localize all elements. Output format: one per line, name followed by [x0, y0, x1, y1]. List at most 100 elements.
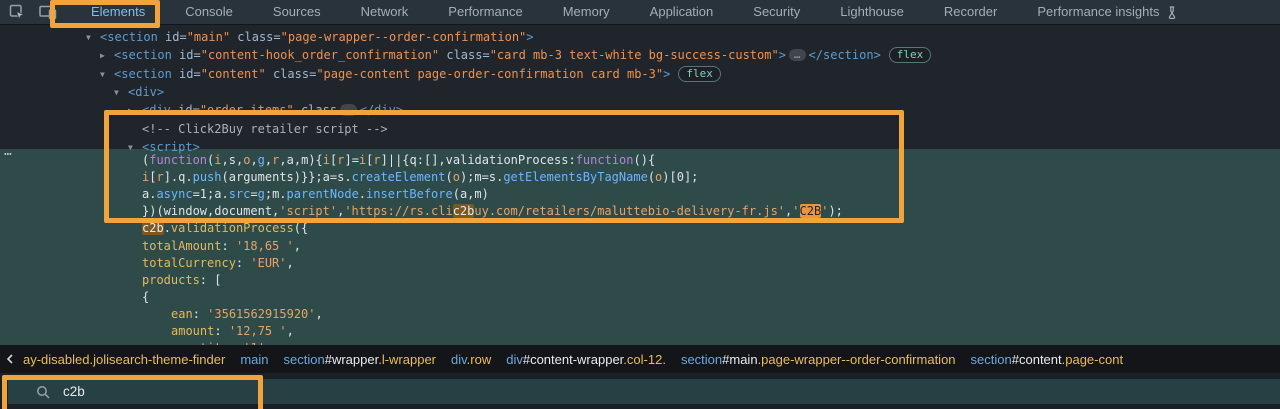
code-token: > — [663, 67, 671, 81]
script-source-line[interactable]: products: [ — [142, 272, 221, 288]
annotation-script-block — [104, 110, 904, 223]
breadcrumb-item[interactable]: section#main.page-wrapper--order-confirm… — [681, 352, 956, 367]
tab-label: Performance — [448, 4, 523, 19]
code-token: id= — [157, 30, 187, 44]
tab-label: Security — [753, 4, 801, 19]
inspect-icon[interactable] — [9, 4, 25, 20]
collapsed-content-ellipsis[interactable]: … — [788, 49, 806, 61]
tab-label: Recorder — [943, 4, 998, 19]
breadcrumb-item[interactable]: div#content-wrapper.col-12. — [506, 352, 666, 367]
code-token: "page-content page-order-confirmation ca… — [316, 67, 664, 81]
breadcrumb-part: div — [451, 351, 467, 367]
breadcrumb-part: #content-wrapper — [522, 351, 624, 367]
code-token: class= — [230, 30, 281, 44]
annotation-search-box — [2, 375, 263, 409]
dom-node-div[interactable]: ▼ <div> — [114, 84, 164, 100]
tab-sources[interactable]: Sources — [253, 0, 341, 24]
code-token: , — [293, 239, 301, 253]
annotation-elements-tab — [50, 0, 160, 28]
expand-arrow-icon[interactable]: ▶ — [100, 48, 114, 64]
code-token: id= — [171, 67, 201, 81]
tab-label: Lighthouse — [840, 4, 904, 19]
breadcrumb-item[interactable]: section#content.page-cont — [971, 352, 1124, 367]
breadcrumb: ay-disabled.jolisearch-theme-finder main s… — [20, 352, 1123, 367]
dom-node-section-content[interactable]: ▼ <section id="content" class="page-conte… — [100, 66, 721, 82]
code-token: <section — [100, 30, 158, 44]
code-token: ean — [171, 307, 193, 321]
breadcrumb-part: main — [240, 351, 269, 367]
breadcrumb-item[interactable]: section#wrapper.l-wrapper — [284, 352, 436, 367]
code-token: > — [778, 48, 786, 62]
tab-label: Console — [185, 4, 233, 19]
code-token: <section — [114, 67, 172, 81]
tab-label: Memory — [562, 4, 610, 19]
breadcrumb-part: section — [680, 351, 723, 367]
code-token: id= — [171, 48, 201, 62]
breadcrumb-part: #main — [722, 351, 758, 367]
code-token: '18,65 ' — [235, 239, 294, 253]
code-token: "content" — [200, 67, 266, 81]
dom-node-section-main[interactable]: ▼ <section id="main" class="page-wrapper-… — [86, 29, 534, 45]
code-token: ({ — [293, 221, 309, 235]
breadcrumb-part: .col-12. — [623, 351, 666, 367]
code-token: class= — [265, 67, 317, 81]
script-source-line[interactable]: totalAmount: '18,65 ', — [142, 238, 301, 254]
dom-node-section-content-hook[interactable]: ▶ <section id="content-hook_order_confirm… — [100, 47, 932, 64]
code-token: class= — [439, 48, 490, 62]
code-token: '12,75 ' — [228, 324, 287, 338]
tab-label: Performance insights — [1037, 4, 1160, 19]
collapse-arrow-icon[interactable]: ▼ — [86, 30, 100, 46]
tab-performance-insights[interactable]: Performance insights — [1017, 0, 1198, 24]
flex-badge[interactable]: flex — [678, 66, 721, 82]
breadcrumb-part: ay-disabled.jolisearch-theme-finder — [23, 351, 226, 367]
tab-network[interactable]: Network — [341, 0, 429, 24]
code-token: > — [526, 30, 534, 44]
code-token: : — [235, 256, 251, 270]
code-token: amount — [171, 324, 215, 338]
breadcrumb-part: .l-wrapper — [378, 351, 436, 367]
breadcrumb-item[interactable]: main — [240, 352, 268, 367]
tab-console[interactable]: Console — [165, 0, 253, 24]
breadcrumb-part: .page-wrapper--order-confirmation — [757, 351, 956, 367]
script-source-line[interactable]: { — [142, 289, 149, 305]
code-token: <section — [114, 48, 172, 62]
code-token: { — [142, 290, 150, 304]
breadcrumb-part: section — [970, 351, 1012, 367]
script-source-line[interactable]: totalCurrency: 'EUR', — [142, 255, 294, 271]
flex-badge[interactable]: flex — [888, 47, 932, 63]
breadcrumb-item[interactable]: ay-disabled.jolisearch-theme-finder — [23, 352, 225, 367]
code-token: : — [221, 239, 236, 253]
chevron-left-icon[interactable] — [0, 345, 20, 373]
collapse-arrow-icon[interactable]: ▼ — [100, 67, 114, 83]
tab-lighthouse[interactable]: Lighthouse — [820, 0, 924, 24]
breadcrumb-part: #content — [1011, 351, 1062, 367]
code-token: </section> — [808, 48, 881, 62]
tab-memory[interactable]: Memory — [543, 0, 630, 24]
tab-label: Sources — [272, 4, 321, 19]
breadcrumb-part: .page-cont — [1061, 351, 1124, 367]
code-token: , — [286, 324, 294, 338]
tab-performance[interactable]: Performance — [428, 0, 542, 24]
code-token: products — [142, 273, 200, 287]
code-token: "card mb-3 text-white bg-success-custom" — [489, 48, 779, 62]
script-source-line[interactable]: ean: '3561562915920', — [171, 306, 323, 322]
code-token: totalCurrency — [142, 256, 236, 270]
tab-security[interactable]: Security — [733, 0, 820, 24]
code-token: totalAmount — [142, 239, 222, 253]
code-token: validationProcess — [170, 221, 294, 235]
collapse-arrow-icon[interactable]: ▼ — [114, 85, 128, 101]
code-token: "main" — [186, 30, 231, 44]
code-token: "content-hook_order_confirmation" — [200, 48, 440, 62]
tab-application[interactable]: Application — [630, 0, 734, 24]
code-token: "page-wrapper--order-confirmation" — [280, 30, 527, 44]
code-token: '3561562915920' — [207, 307, 316, 321]
tab-recorder[interactable]: Recorder — [924, 0, 1017, 24]
breadcrumb-part: #wrapper — [324, 351, 379, 367]
devtools-tab-bar: Elements Console Sources Network Performance… — [0, 0, 1280, 25]
code-token: 'EUR' — [250, 256, 287, 270]
code-token: : [ — [199, 273, 222, 287]
breadcrumb-item[interactable]: div.row — [451, 352, 491, 367]
breadcrumb-part: section — [283, 351, 325, 367]
screenshot-root: Elements Console Sources Network Performance… — [0, 0, 1280, 409]
script-source-line[interactable]: amount: '12,75 ', — [171, 323, 294, 339]
